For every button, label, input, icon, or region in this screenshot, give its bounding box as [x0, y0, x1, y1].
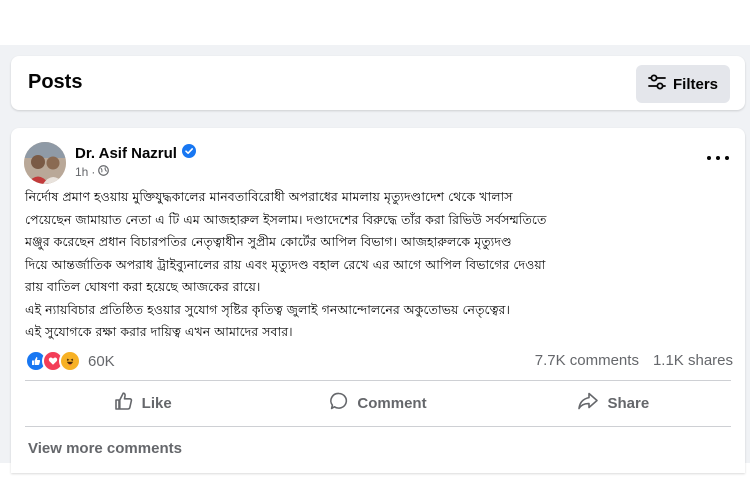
divider: [25, 426, 731, 427]
verified-badge-icon: [181, 144, 196, 162]
globe-icon[interactable]: [98, 165, 110, 179]
thumbs-up-icon: [114, 391, 134, 415]
comment-icon: [329, 391, 349, 415]
share-button[interactable]: Share: [496, 385, 731, 421]
more-dot: [716, 156, 720, 160]
post-text-line: দিয়ে আন্তর্জাতিক অপরাধ ট্রাইব্যুনালের র…: [25, 256, 546, 272]
post-text-line: নির্দোষ প্রমাণ হওয়ায় মুক্তিযুদ্ধকালের …: [25, 189, 513, 204]
post-text-line: পেয়েছেন জামায়াত নেতা এ টি এম আজহারুল ই…: [25, 211, 547, 227]
post-action-bar: Like Comment Share: [25, 385, 731, 421]
shares-count[interactable]: 1.1K shares: [653, 352, 733, 369]
post-text-line: রায় বাতিল ঘোষণা করা হয়েছে আজকের রায়ে।: [25, 279, 261, 294]
post-meta: 1h ·: [75, 165, 110, 179]
meta-separator: ·: [91, 165, 96, 179]
like-button[interactable]: Like: [25, 385, 260, 421]
post-text-line: এই ন্যায়বিচার প্রতিষ্ঠিত হওয়ার সুযোগ স…: [25, 301, 510, 317]
filters-button[interactable]: Filters: [636, 65, 730, 103]
comments-count[interactable]: 7.7K comments: [535, 352, 639, 369]
post-text-line: এই সুযোগকে রক্ষা করার দায়িত্ব এখন আমাদে…: [25, 324, 293, 339]
more-options-button[interactable]: [707, 152, 729, 164]
share-icon: [577, 391, 599, 415]
posts-title: Posts: [28, 71, 83, 93]
more-dot: [725, 156, 729, 160]
haha-reaction-icon: [59, 350, 81, 372]
post-time[interactable]: 1h: [75, 165, 88, 179]
post-text: নির্দোষ প্রমাণ হওয়ায় মুক্তিযুদ্ধকালের …: [25, 186, 737, 344]
comment-button[interactable]: Comment: [260, 385, 495, 421]
post-text-line: মঞ্জুর করেছেন প্রধান বিচারপতির নেতৃত্বাধ…: [25, 234, 512, 249]
reactions-summary[interactable]: 60K: [25, 350, 115, 372]
filters-label: Filters: [672, 75, 718, 93]
author-avatar[interactable]: [24, 142, 66, 184]
author-name-text[interactable]: Dr. Asif Nazrul: [75, 145, 177, 162]
reaction-count: 60K: [88, 352, 115, 370]
sliders-icon: [648, 74, 666, 94]
engagement-counts: 7.7K comments 1.1K shares: [535, 352, 733, 369]
more-dot: [707, 156, 711, 160]
posts-header-card: Posts Filters: [11, 56, 745, 110]
divider: [25, 380, 731, 381]
share-label: Share: [607, 394, 650, 412]
author-name[interactable]: Dr. Asif Nazrul: [75, 144, 196, 162]
view-more-comments-link[interactable]: View more comments: [28, 440, 182, 457]
like-label: Like: [141, 394, 172, 412]
post-card: Dr. Asif Nazrul 1h · নির্দোষ প্রমাণ হওয়…: [11, 128, 745, 473]
comment-label: Comment: [357, 394, 427, 412]
reaction-icons: [25, 350, 81, 372]
